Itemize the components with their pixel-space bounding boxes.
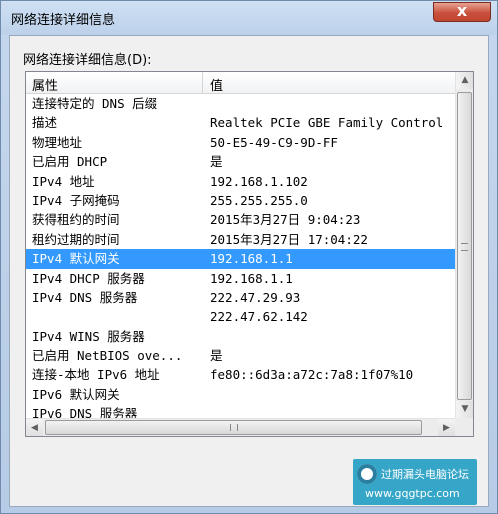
column-header-property[interactable]: 属性	[32, 75, 58, 94]
column-header-value[interactable]: 值	[210, 75, 223, 94]
list-item[interactable]: IPv4 子网掩码 255.255.255.0	[26, 191, 455, 210]
network-details-window: 网络连接详细信息 x 网络连接详细信息(D): 属性 值 连接特定的 DNS 后…	[0, 0, 498, 514]
list-item[interactable]: IPv4 DHCP 服务器 192.168.1.1	[26, 269, 455, 288]
list-item[interactable]: IPv4 地址 192.168.1.102	[26, 172, 455, 191]
column-divider[interactable]	[202, 72, 203, 93]
value-cell: 192.168.1.102	[210, 173, 308, 189]
scroll-up-button[interactable]: ▲	[456, 72, 473, 89]
vertical-scroll-thumb[interactable]	[457, 92, 472, 400]
property-cell: 租约过期的时间	[32, 231, 120, 247]
details-label: 网络连接详细信息(D):	[23, 53, 152, 68]
list-item[interactable]: 连接-本地 IPv6 地址 fe80::6d3a:a72c:7a8:1f07%10	[26, 365, 455, 384]
value-cell: 192.168.1.1	[210, 270, 293, 286]
arrow-down-icon: ▼	[461, 404, 469, 414]
list-item[interactable]: 获得租约的时间 2015年3月27日 9:04:23	[26, 210, 455, 229]
value-cell: 是	[210, 154, 223, 170]
arrow-up-icon: ▲	[461, 75, 469, 85]
list-item[interactable]: 已启用 DHCP 是	[26, 152, 455, 171]
value-cell: fe80::6d3a:a72c:7a8:1f07%10	[210, 367, 414, 383]
property-cell: IPv4 地址	[32, 173, 95, 189]
value-cell: 是	[210, 348, 223, 364]
scrollbar-corner	[455, 418, 473, 436]
value-cell: 222.47.29.93	[210, 289, 301, 305]
list-item[interactable]: 已启用 NetBIOS ove... 是	[26, 346, 455, 365]
value-cell: 2015年3月27日 9:04:23	[210, 212, 361, 228]
list-item[interactable]: IPv4 WINS 服务器	[26, 327, 455, 346]
arrow-left-icon: ◀	[31, 423, 38, 433]
grip-icon	[461, 243, 468, 251]
value-cell: 255.255.255.0	[210, 192, 308, 208]
scroll-down-button[interactable]: ▼	[456, 401, 473, 418]
property-cell: IPv4 WINS 服务器	[32, 328, 145, 344]
property-cell: 物理地址	[32, 134, 83, 150]
list-item[interactable]: 租约过期的时间 2015年3月27日 17:04:22	[26, 230, 455, 249]
property-cell: IPv4 子网掩码	[32, 192, 120, 208]
property-cell: IPv4 默认网关	[32, 251, 120, 267]
close-icon: x	[456, 1, 468, 20]
value-cell: 2015年3月27日 17:04:22	[210, 231, 368, 247]
list-item[interactable]: 描述 Realtek PCIe GBE Family Control	[26, 113, 455, 132]
title-bar[interactable]: 网络连接详细信息 x	[1, 1, 497, 35]
vertical-scrollbar[interactable]: ▲ ▼	[455, 72, 473, 418]
property-cell: 连接特定的 DNS 后缀	[32, 96, 158, 111]
scroll-left-button[interactable]: ◀	[26, 419, 43, 436]
arrow-right-icon: ▶	[443, 423, 450, 433]
list-item[interactable]: IPv6 默认网关	[26, 385, 455, 404]
value-cell: 222.47.62.142	[210, 309, 308, 325]
horizontal-scrollbar[interactable]: ◀ ▶	[26, 418, 455, 436]
list-item[interactable]: 222.47.62.142	[26, 307, 455, 326]
value-cell: Realtek PCIe GBE Family Control	[210, 115, 444, 131]
close-button[interactable]: x	[433, 1, 491, 22]
watermark-url: www.gqgtpc.com	[365, 487, 460, 500]
grip-icon	[230, 424, 238, 431]
site-watermark: 过期漏头电脑论坛 www.gqgtpc.com	[353, 459, 477, 505]
list-item[interactable]: 连接特定的 DNS 后缀	[26, 94, 455, 113]
property-cell: 描述	[32, 115, 58, 131]
property-cell: IPv4 DNS 服务器	[32, 289, 138, 305]
scroll-right-button[interactable]: ▶	[438, 419, 455, 436]
horizontal-scroll-thumb[interactable]	[45, 420, 422, 435]
property-cell: 已启用 NetBIOS ove...	[32, 348, 183, 364]
list-rows: 连接特定的 DNS 后缀 描述 Realtek PCIe GBE Family Co…	[26, 94, 455, 424]
list-item[interactable]: 物理地址 50-E5-49-C9-9D-FF	[26, 133, 455, 152]
property-cell: 获得租约的时间	[32, 212, 120, 228]
list-item[interactable]: IPv4 DNS 服务器 222.47.29.93	[26, 288, 455, 307]
property-cell: 已启用 DHCP	[32, 154, 108, 170]
details-listview[interactable]: 属性 值 连接特定的 DNS 后缀 描述 Realtek PCIe GBE Fami…	[25, 71, 474, 437]
property-cell: 连接-本地 IPv6 地址	[32, 367, 160, 383]
watermark-text: 过期漏头电脑论坛	[381, 468, 469, 481]
window-title: 网络连接详细信息	[11, 13, 116, 28]
value-cell: 192.168.1.1	[210, 251, 293, 267]
value-cell: 50-E5-49-C9-9D-FF	[210, 134, 338, 150]
list-item[interactable]: IPv4 默认网关 192.168.1.1	[26, 249, 455, 269]
property-cell: IPv6 默认网关	[32, 386, 120, 402]
list-header: 属性 值	[26, 72, 455, 94]
site-logo-icon	[357, 464, 377, 484]
property-cell: IPv4 DHCP 服务器	[32, 270, 145, 286]
